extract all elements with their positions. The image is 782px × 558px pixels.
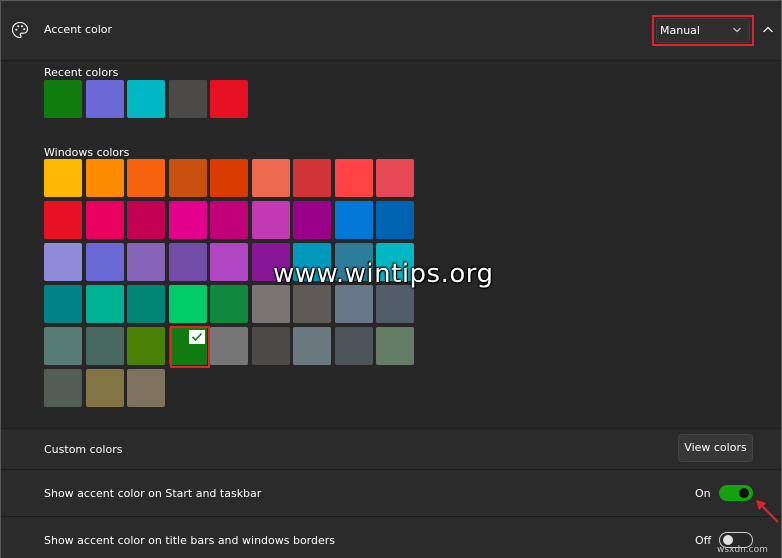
titlebar-accent-label: Show accent color on title bars and wind…: [44, 534, 336, 547]
red-arrow-annotation: [756, 500, 779, 523]
windows-color-swatch[interactable]: [127, 327, 165, 365]
windows-color-swatch[interactable]: [168, 201, 207, 239]
windows-color-swatch[interactable]: [127, 369, 165, 407]
accent-color-header[interactable]: Accent color Manual: [1, 1, 781, 61]
windows-color-swatch[interactable]: [127, 159, 165, 197]
corner-watermark: wsxdn.com: [717, 545, 768, 555]
windows-color-swatch[interactable]: [376, 285, 414, 323]
windows-color-swatch[interactable]: [293, 327, 331, 365]
windows-color-swatch[interactable]: [376, 159, 414, 197]
custom-colors-row: Custom colors: [1, 428, 781, 469]
windows-color-swatch[interactable]: [251, 285, 290, 323]
watermark-text: www.wintips.org: [273, 259, 494, 289]
taskbar-toggle-state: On: [695, 487, 711, 500]
windows-color-swatch[interactable]: [44, 285, 82, 323]
windows-color-swatch[interactable]: [334, 159, 373, 197]
titlebar-toggle-state: Off: [695, 534, 712, 547]
windows-color-swatch[interactable]: [251, 201, 290, 239]
windows-color-swatch[interactable]: [210, 201, 248, 239]
toggle-knob: [723, 535, 733, 545]
windows-color-swatch[interactable]: [210, 159, 248, 197]
toggle-knob: [739, 488, 749, 498]
windows-color-swatch[interactable]: [127, 285, 165, 323]
windows-color-swatch[interactable]: [376, 201, 414, 239]
windows-color-swatch[interactable]: [44, 369, 82, 407]
windows-color-swatch[interactable]: [44, 243, 82, 281]
windows-color-swatch[interactable]: [85, 327, 124, 365]
windows-color-swatch[interactable]: [85, 369, 124, 407]
windows-color-swatch[interactable]: [85, 201, 124, 239]
recent-colors-label: Recent colors: [44, 66, 119, 79]
windows-color-swatch[interactable]: [251, 327, 290, 365]
windows-color-swatch[interactable]: [293, 285, 331, 323]
windows-color-swatch[interactable]: [334, 285, 373, 323]
titlebar-accent-row: Show accent color on title bars and wind…: [1, 516, 781, 558]
windows-color-swatch[interactable]: [85, 243, 124, 281]
windows-color-swatch[interactable]: [334, 327, 373, 365]
windows-color-swatch[interactable]: [44, 201, 82, 239]
windows-color-swatch[interactable]: [168, 285, 207, 323]
recent-color-swatch[interactable]: [210, 80, 248, 118]
recent-color-swatch[interactable]: [85, 80, 124, 118]
windows-color-swatch[interactable]: [44, 159, 82, 197]
view-colors-button[interactable]: View colors: [678, 434, 753, 462]
taskbar-accent-toggle[interactable]: [719, 485, 753, 501]
palette-icon: [11, 21, 29, 39]
windows-color-swatch[interactable]: [127, 201, 165, 239]
recent-color-swatch[interactable]: [127, 80, 165, 118]
windows-color-swatch[interactable]: [44, 327, 82, 365]
checkmark-icon: [191, 332, 203, 342]
custom-colors-label: Custom colors: [44, 443, 123, 456]
chevron-up-icon[interactable]: [762, 25, 774, 35]
windows-color-swatch[interactable]: [210, 327, 248, 365]
windows-color-swatch[interactable]: [293, 201, 331, 239]
selected-check-badge: [189, 330, 205, 344]
windows-colors-label: Windows colors: [44, 146, 130, 159]
windows-color-swatch[interactable]: [334, 201, 373, 239]
windows-color-swatch[interactable]: [251, 159, 290, 197]
taskbar-accent-label: Show accent color on Start and taskbar: [44, 487, 262, 500]
windows-color-swatch[interactable]: [210, 243, 248, 281]
recent-color-swatch[interactable]: [44, 80, 82, 118]
windows-color-swatch[interactable]: [293, 159, 331, 197]
windows-color-swatch[interactable]: [85, 159, 124, 197]
windows-color-swatch[interactable]: [127, 243, 165, 281]
recent-color-swatch[interactable]: [168, 80, 207, 118]
windows-color-swatch[interactable]: [85, 285, 124, 323]
dropdown-highlight-annotation: [652, 15, 754, 46]
windows-color-swatch[interactable]: [210, 285, 248, 323]
windows-color-swatch[interactable]: [168, 243, 207, 281]
settings-frame: Accent color Manual Recent colors Window…: [0, 0, 782, 558]
accent-color-title: Accent color: [44, 23, 113, 36]
windows-color-swatch[interactable]: [376, 327, 414, 365]
windows-color-swatch[interactable]: [168, 159, 207, 197]
taskbar-accent-row: Show accent color on Start and taskbar O…: [1, 469, 781, 516]
